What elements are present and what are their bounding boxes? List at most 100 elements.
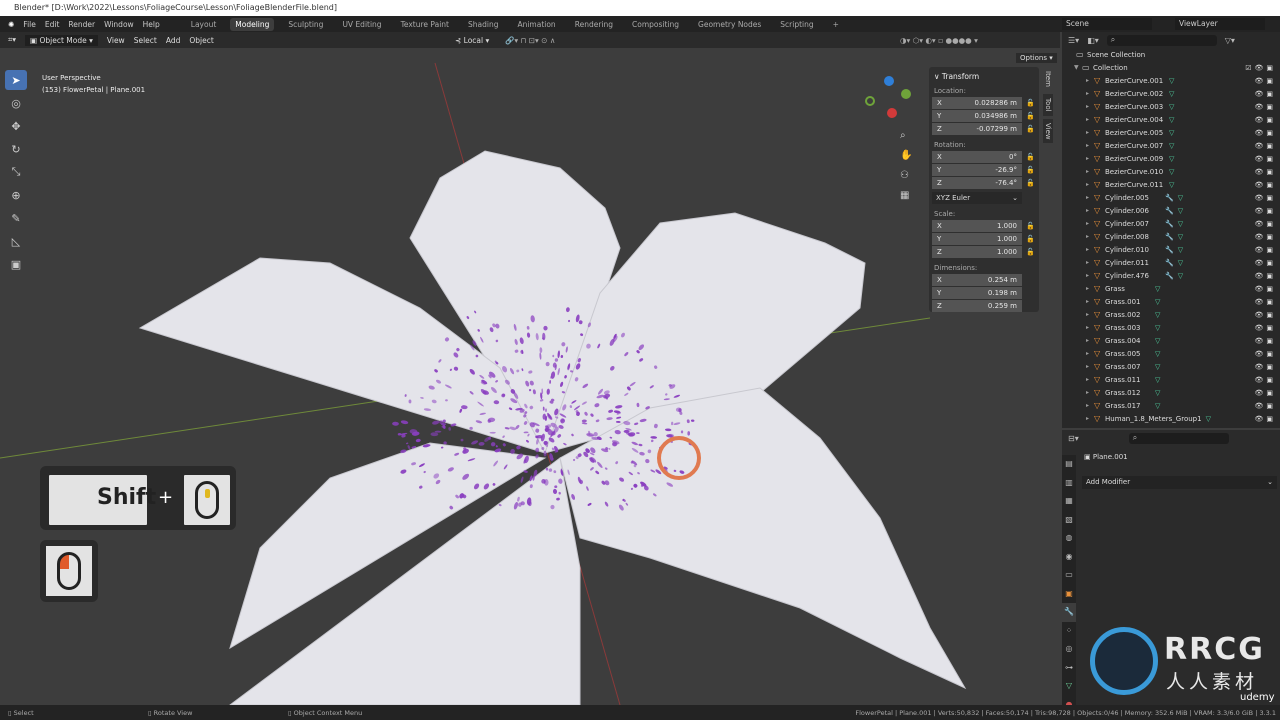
- visibility-icons[interactable]: 👁▣: [1254, 155, 1276, 163]
- x-axis-icon[interactable]: [887, 108, 897, 118]
- 3d-viewport[interactable]: User Perspective (153) FlowerPetal | Pla…: [0, 48, 1060, 705]
- visibility-icons[interactable]: 👁▣: [1254, 194, 1276, 202]
- data-tab-icon[interactable]: ▽: [1062, 677, 1076, 696]
- rotation-z-field[interactable]: Z -76.4° 🔓: [932, 177, 1036, 189]
- rotation-mode-dropdown[interactable]: XYZ Euler ⌄: [932, 192, 1022, 204]
- measure-tool-icon[interactable]: ◺: [5, 231, 27, 251]
- add-modifier-dropdown[interactable]: Add Modifier ⌄: [1082, 476, 1277, 489]
- menu-help[interactable]: Help: [143, 20, 160, 29]
- dimensions-y-field[interactable]: Y 0.198 m: [932, 287, 1036, 299]
- location-x-field[interactable]: X 0.028286 m 🔓: [932, 97, 1036, 109]
- menu-window[interactable]: Window: [104, 20, 134, 29]
- world-tab-icon[interactable]: ◉: [1062, 548, 1076, 567]
- visibility-icons[interactable]: 👁▣: [1254, 350, 1276, 358]
- scale-y-field[interactable]: Y 1.000 🔓: [932, 233, 1036, 245]
- visibility-icons[interactable]: 👁▣: [1254, 207, 1276, 215]
- tab-modeling[interactable]: Modeling: [230, 17, 275, 31]
- lock-icon[interactable]: 🔓: [1026, 112, 1036, 120]
- outliner-search-input[interactable]: ⌕: [1106, 34, 1217, 46]
- tab-shading[interactable]: Shading: [463, 18, 503, 31]
- lock-icon[interactable]: 🔓: [1026, 222, 1036, 230]
- physics-tab-icon[interactable]: ◎: [1062, 640, 1076, 659]
- outliner-item[interactable]: ▸ ▽ Cylinder.476 🔧 ▽ 👁▣: [1062, 269, 1280, 282]
- dimensions-x-field[interactable]: X 0.254 m: [932, 274, 1036, 286]
- transform-header[interactable]: ∨ Transform: [934, 72, 1034, 81]
- scene-tab-icon[interactable]: ◍: [1062, 529, 1076, 548]
- outliner-item[interactable]: ▸ ▽ BezierCurve.001 ▽ 👁▣: [1062, 74, 1280, 87]
- outliner-item[interactable]: ▸ ▽ Grass.001 ▽ 👁▣: [1062, 295, 1280, 308]
- visibility-icons[interactable]: 👁▣: [1254, 389, 1276, 397]
- y-axis-icon[interactable]: [901, 89, 911, 99]
- tab-texture-paint[interactable]: Texture Paint: [396, 18, 454, 31]
- location-y-field[interactable]: Y 0.034986 m 🔓: [932, 110, 1036, 122]
- outliner-item[interactable]: ▸ ▽ Cylinder.008 🔧 ▽ 👁▣: [1062, 230, 1280, 243]
- modifier-tab-icon[interactable]: 🔧: [1062, 603, 1076, 622]
- rotate-tool-icon[interactable]: ↻: [5, 139, 27, 159]
- menu-render[interactable]: Render: [68, 20, 95, 29]
- properties-search-input[interactable]: ⌕: [1128, 432, 1229, 444]
- outliner-item[interactable]: ▸ ▽ BezierCurve.009 ▽ 👁▣: [1062, 152, 1280, 165]
- visibility-icons[interactable]: 👁▣: [1254, 298, 1276, 306]
- viewport-shading-icons[interactable]: ◑▾ ⬡▾ ◐▾ ▫ ●●●● ▾: [900, 36, 978, 45]
- visibility-icons[interactable]: 👁▣: [1254, 285, 1276, 293]
- lock-icon[interactable]: 🔓: [1026, 99, 1036, 107]
- view-layer-selector[interactable]: ViewLayer: [1175, 18, 1265, 30]
- location-z-field[interactable]: Z -0.07299 m 🔓: [932, 123, 1036, 135]
- outliner-item[interactable]: ▸ ▽ BezierCurve.010 ▽ 👁▣: [1062, 165, 1280, 178]
- outliner-item[interactable]: ▸ ▽ Grass.012 ▽ 👁▣: [1062, 386, 1280, 399]
- outliner-item[interactable]: ▸ ▽ Grass.004 ▽ 👁▣: [1062, 334, 1280, 347]
- editor-type-icon[interactable]: ⊟▾: [1068, 434, 1079, 443]
- outliner-item[interactable]: ▸ ▽ Grass ▽ 👁▣: [1062, 282, 1280, 295]
- move-tool-icon[interactable]: ✥: [5, 116, 27, 136]
- lock-icon[interactable]: 🔓: [1026, 179, 1036, 187]
- tab-uv-editing[interactable]: UV Editing: [337, 18, 386, 31]
- visibility-icons[interactable]: 👁▣: [1254, 77, 1276, 85]
- output-tab-icon[interactable]: ▦: [1062, 492, 1076, 511]
- tool-tab-icon[interactable]: ▤: [1062, 455, 1076, 474]
- editor-type-icon[interactable]: ⌗▾: [8, 35, 16, 45]
- filter-icon[interactable]: ▽▾: [1225, 36, 1235, 45]
- outliner-item[interactable]: ▸ ▽ Grass.017 ▽ 👁▣: [1062, 399, 1280, 412]
- blender-logo-icon[interactable]: ✺: [8, 20, 14, 29]
- outliner-item[interactable]: ▸ ▽ Human_1.8_Meters_Group1 ▽ 👁▣: [1062, 412, 1280, 425]
- lock-icon[interactable]: 🔓: [1026, 235, 1036, 243]
- visibility-icons[interactable]: 👁▣: [1254, 168, 1276, 176]
- object-tab-icon[interactable]: ▣: [1062, 585, 1076, 604]
- ortho-grid-icon[interactable]: ▦: [900, 186, 912, 206]
- scale-z-field[interactable]: Z 1.000 🔓: [932, 246, 1036, 258]
- transform-tool-icon[interactable]: ⊕: [5, 185, 27, 205]
- visibility-icons[interactable]: 👁▣: [1254, 103, 1276, 111]
- tab-geometry-nodes[interactable]: Geometry Nodes: [693, 18, 766, 31]
- scale-tool-icon[interactable]: ⤡: [5, 162, 27, 182]
- outliner-item[interactable]: ▸ ▽ Grass.007 ▽ 👁▣: [1062, 360, 1280, 373]
- view-layer-tab-icon[interactable]: ▧: [1062, 511, 1076, 530]
- visibility-icons[interactable]: 👁▣: [1254, 246, 1276, 254]
- outliner-item[interactable]: ▸ ▽ Grass.005 ▽ 👁▣: [1062, 347, 1280, 360]
- visibility-icons[interactable]: 👁▣: [1254, 142, 1276, 150]
- menu-edit[interactable]: Edit: [45, 20, 60, 29]
- lock-icon[interactable]: 🔓: [1026, 125, 1036, 133]
- visibility-icons[interactable]: 👁▣: [1254, 402, 1276, 410]
- visibility-icons[interactable]: 👁▣: [1254, 376, 1276, 384]
- tab-layout[interactable]: Layout: [186, 18, 222, 31]
- tab-sculpting[interactable]: Sculpting: [283, 18, 328, 31]
- outliner-item[interactable]: ▸ ▽ BezierCurve.002 ▽ 👁▣: [1062, 87, 1280, 100]
- lock-icon[interactable]: 🔓: [1026, 248, 1036, 256]
- lock-icon[interactable]: 🔓: [1026, 166, 1036, 174]
- outliner-item[interactable]: ▸ ▽ Cylinder.010 🔧 ▽ 👁▣: [1062, 243, 1280, 256]
- rotation-y-field[interactable]: Y -26.9° 🔓: [932, 164, 1036, 176]
- collection-row[interactable]: ▼ ▭ Collection ☑👁▣: [1062, 61, 1280, 74]
- tab-animation[interactable]: Animation: [512, 18, 560, 31]
- annotate-tool-icon[interactable]: ✎: [5, 208, 27, 228]
- visibility-icons[interactable]: 👁▣: [1254, 324, 1276, 332]
- camera-icon[interactable]: ⚇: [900, 166, 912, 186]
- visibility-icons[interactable]: 👁▣: [1254, 129, 1276, 137]
- menu-select[interactable]: Select: [134, 36, 157, 45]
- scene-selector[interactable]: Scene: [1062, 18, 1152, 30]
- visibility-icons[interactable]: 👁▣: [1254, 90, 1276, 98]
- pan-hand-icon[interactable]: ✋: [900, 146, 912, 166]
- menu-object[interactable]: Object: [189, 36, 213, 45]
- lock-icon[interactable]: 🔓: [1026, 153, 1036, 161]
- filter-view-icon[interactable]: ◧▾: [1087, 36, 1099, 45]
- particles-tab-icon[interactable]: ⁘: [1062, 622, 1076, 641]
